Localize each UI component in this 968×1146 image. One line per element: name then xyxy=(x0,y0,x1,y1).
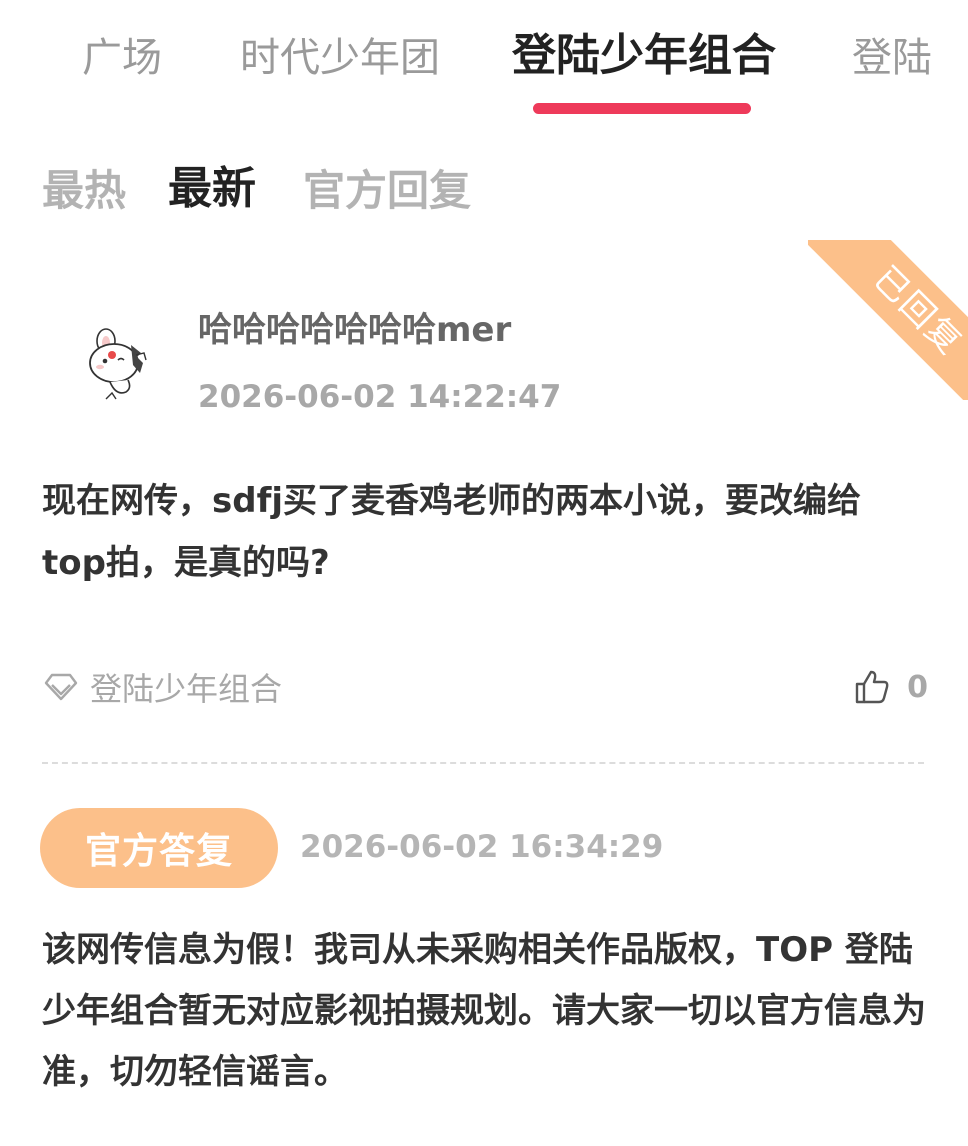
post-tag[interactable]: 登陆少年组合 xyxy=(42,662,282,712)
subtab-official-reply[interactable]: 官方回复 xyxy=(303,162,471,220)
official-reply-badge: 官方答复 xyxy=(40,808,278,888)
thumb-up-icon xyxy=(855,670,889,704)
official-reply-content: 该网传信息为假！我司从未采购相关作品版权，TOP 登陆少年组合暂无对应影视拍摄规… xyxy=(42,930,926,1092)
tab-denglu[interactable]: 登陆 xyxy=(852,30,932,86)
post-tag-label: 登陆少年组合 xyxy=(90,670,283,708)
dashed-divider xyxy=(42,762,924,764)
post-content: 现在网传，sdfj买了麦香鸡老师的两本小说，要改编给top拍，是真的吗? xyxy=(42,481,862,583)
reply-timestamp: 2026-06-02 16:34:29 xyxy=(300,829,664,865)
active-tab-indicator xyxy=(533,103,751,114)
rabbit-avatar-icon[interactable] xyxy=(76,325,156,405)
tab-denglu-group[interactable]: 登陆少年组合 xyxy=(512,28,776,84)
like-count: 0 xyxy=(907,669,928,705)
diamond-tag-icon xyxy=(44,673,78,701)
subtab-hottest[interactable]: 最热 xyxy=(42,162,126,220)
tab-square[interactable]: 广场 xyxy=(82,30,162,86)
replied-ribbon: 已回复 xyxy=(808,240,968,400)
replied-ribbon-label: 已回复 xyxy=(808,240,968,400)
tab-tnt[interactable]: 时代少年团 xyxy=(240,30,440,86)
subtab-newest[interactable]: 最新 xyxy=(168,160,256,218)
post-timestamp: 2026-06-02 14:22:47 xyxy=(198,379,562,415)
like-button[interactable]: 0 xyxy=(853,662,928,712)
top-tab-bar: 广场 时代少年团 登陆少年组合 登陆 xyxy=(0,0,968,120)
post-username[interactable]: 哈哈哈哈哈哈哈mer xyxy=(198,306,511,354)
